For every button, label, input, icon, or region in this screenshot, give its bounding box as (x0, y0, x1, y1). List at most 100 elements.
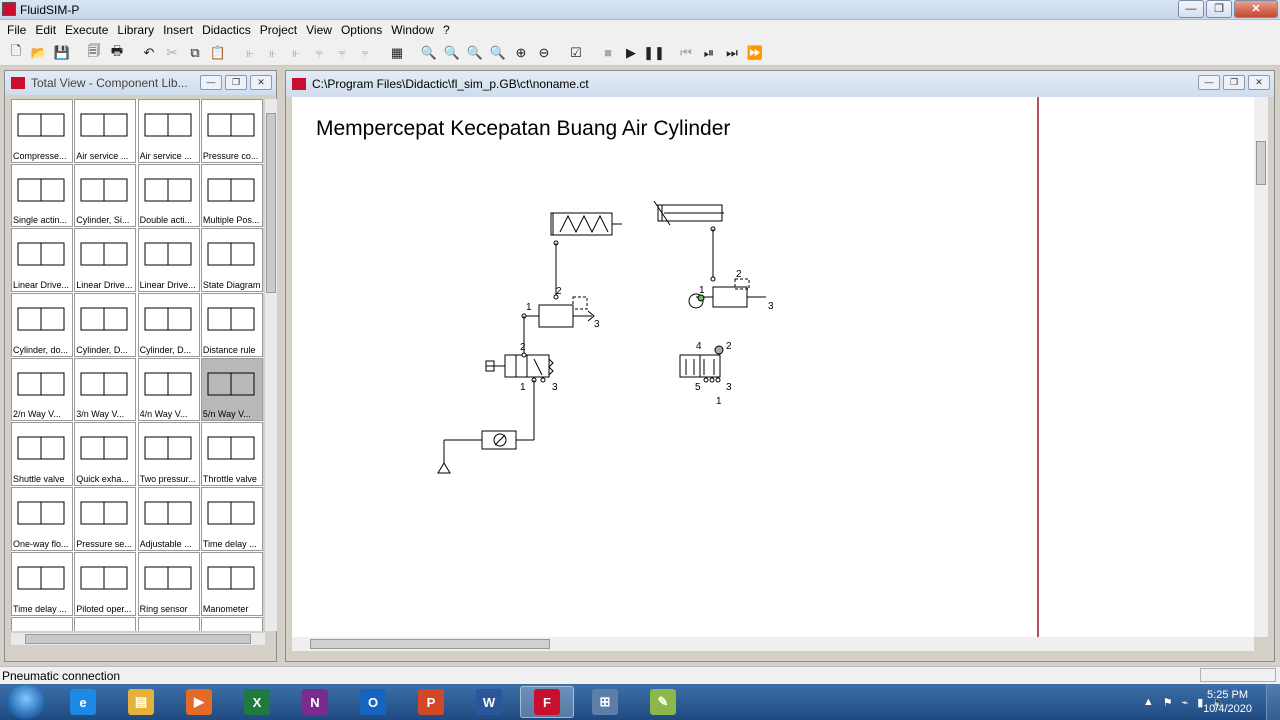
library-item[interactable]: Cylinder, Si... (74, 163, 137, 228)
show-desktop-button[interactable] (1266, 684, 1280, 720)
library-item[interactable]: Manometer (200, 551, 263, 616)
step-forward-icon[interactable]: ⏭ (722, 43, 742, 63)
library-item[interactable]: State Diagram (200, 228, 263, 293)
scroll-thumb[interactable] (310, 639, 550, 649)
open-folder-icon[interactable]: 📂 (29, 43, 49, 63)
menu-options[interactable]: Options (338, 20, 388, 40)
taskbar-onenote-button[interactable]: N (288, 686, 342, 718)
library-item[interactable]: Cylinder, D... (137, 293, 200, 357)
undo-icon[interactable]: ↶ (139, 43, 159, 63)
library-item[interactable]: Pressure se... (74, 487, 137, 551)
library-item[interactable]: Time delay ... (200, 487, 263, 551)
new-file-icon[interactable]: 🗋 (6, 43, 26, 63)
library-item[interactable]: Air service ... (137, 99, 200, 163)
save-icon[interactable]: 💾 (52, 43, 72, 63)
menu-file[interactable]: File (4, 20, 32, 40)
library-item[interactable]: 2/n Way V... (11, 357, 73, 422)
print-preview-icon[interactable]: 🗐 (84, 43, 104, 63)
taskbar-powerpoint-button[interactable]: P (404, 686, 458, 718)
library-item[interactable]: Piloted oper... (74, 551, 137, 616)
library-item[interactable]: Throttle valve (200, 422, 263, 487)
library-item[interactable]: Time delay ... (11, 551, 73, 616)
library-item[interactable]: Linear Drive... (11, 228, 73, 293)
start-button[interactable] (6, 685, 46, 719)
library-item[interactable]: 5/n Way V... (200, 357, 263, 422)
menu-window[interactable]: Window (388, 20, 440, 40)
library-item[interactable]: Air service ... (74, 99, 137, 163)
document-horizontal-scrollbar[interactable] (292, 637, 1254, 651)
taskbar-network-button[interactable]: ⊞ (578, 686, 632, 718)
document-close-button[interactable]: ✕ (1248, 75, 1270, 90)
align-right-icon[interactable]: ⫦ (286, 43, 306, 63)
library-vertical-scrollbar[interactable] (265, 99, 277, 631)
taskbar-explorer-button[interactable]: ▤ (114, 686, 168, 718)
library-item[interactable]: Cylinder, D... (74, 293, 137, 357)
step-icon[interactable]: ⏯ (699, 43, 719, 63)
print-icon[interactable]: 🖶 (107, 43, 127, 63)
zoom-fit-icon[interactable]: 🔍 (442, 43, 462, 63)
library-item[interactable]: Pneumatic ... (200, 616, 263, 631)
library-item[interactable]: Compresse... (11, 99, 73, 163)
library-item[interactable]: One-way flo... (11, 487, 73, 551)
library-item[interactable]: Quick exha... (74, 422, 137, 487)
menu-library[interactable]: Library (114, 20, 160, 40)
taskbar-media-button[interactable]: ▶ (172, 686, 226, 718)
align-left-icon[interactable]: ⫦ (240, 43, 260, 63)
library-item[interactable]: 3/n Way V... (74, 357, 137, 422)
document-maximize-button[interactable]: ❐ (1223, 75, 1245, 90)
library-horizontal-scrollbar[interactable] (11, 633, 265, 645)
zoom-out-icon[interactable]: ⊖ (534, 43, 554, 63)
zoom-1-1-icon[interactable]: 🔍 (419, 43, 439, 63)
menu-insert[interactable]: Insert (160, 20, 199, 40)
pause-icon[interactable]: ❚❚ (643, 43, 665, 63)
align-center-icon[interactable]: ⫦ (263, 43, 283, 63)
stop-icon[interactable]: ■ (598, 43, 618, 63)
clock[interactable]: 5:25 PM 10/4/2020 (1203, 688, 1252, 716)
flag-icon[interactable]: ⚑ (1163, 696, 1173, 709)
library-item[interactable]: Ring sensor (137, 551, 200, 616)
library-item[interactable]: Double acti... (137, 163, 200, 228)
paste-icon[interactable]: 📋 (208, 43, 228, 63)
zoom-window-icon[interactable]: 🔍 (465, 43, 485, 63)
taskbar-excel-button[interactable]: X (230, 686, 284, 718)
taskbar-outlook-button[interactable]: O (346, 686, 400, 718)
library-item[interactable]: Multiple Pos... (200, 163, 263, 228)
library-item[interactable]: Cylinder, do... (11, 293, 73, 357)
library-maximize-button[interactable]: ❐ (225, 75, 247, 90)
library-item[interactable]: Pressure co... (200, 99, 263, 163)
library-close-button[interactable]: ✕ (250, 75, 272, 90)
zoom-last-icon[interactable]: 🔍 (488, 43, 508, 63)
align-bottom-icon[interactable]: ⫧ (355, 43, 375, 63)
check-drawing-icon[interactable]: ☑ (566, 43, 586, 63)
taskbar-notes-button[interactable]: ✎ (636, 686, 690, 718)
taskbar-fluidsim-button[interactable]: F (520, 686, 574, 718)
cut-icon[interactable]: ✂ (162, 43, 182, 63)
circuit-canvas[interactable]: 2 1 3 2 1 3 2 1 3 4 2 5 3 1 Mempercepat … (292, 97, 1254, 637)
align-top-icon[interactable]: ⫧ (309, 43, 329, 63)
library-minimize-button[interactable]: — (200, 75, 222, 90)
document-minimize-button[interactable]: — (1198, 75, 1220, 90)
library-item[interactable]: Stepper mo... (137, 616, 200, 631)
menu-view[interactable]: View (303, 20, 338, 40)
zoom-in-icon[interactable]: ⊕ (511, 43, 531, 63)
menu-project[interactable]: Project (257, 20, 303, 40)
library-item[interactable]: Adjustable ... (137, 487, 200, 551)
scroll-thumb[interactable] (1256, 141, 1266, 185)
library-item[interactable]: Linear Drive... (74, 228, 137, 293)
align-middle-icon[interactable]: ⫧ (332, 43, 352, 63)
scroll-thumb[interactable] (25, 634, 251, 644)
library-item[interactable]: Shuttle valve (11, 422, 73, 487)
scroll-thumb[interactable] (266, 113, 276, 293)
menu-didactics[interactable]: Didactics (199, 20, 257, 40)
device-icon[interactable]: ⌁ (1182, 696, 1189, 709)
menu-execute[interactable]: Execute (62, 20, 114, 40)
library-item[interactable]: Distance rule (200, 293, 263, 357)
library-item[interactable]: Two pressur... (137, 422, 200, 487)
library-item[interactable]: Linear Drive... (137, 228, 200, 293)
play-icon[interactable]: ▶ (621, 43, 641, 63)
maximize-button[interactable]: ❐ (1206, 0, 1232, 18)
reset-icon[interactable]: ⏮ (676, 43, 696, 63)
menu-edit[interactable]: Edit (32, 20, 62, 40)
grid-icon[interactable]: ▦ (387, 43, 407, 63)
close-button[interactable]: ✕ (1234, 0, 1278, 18)
